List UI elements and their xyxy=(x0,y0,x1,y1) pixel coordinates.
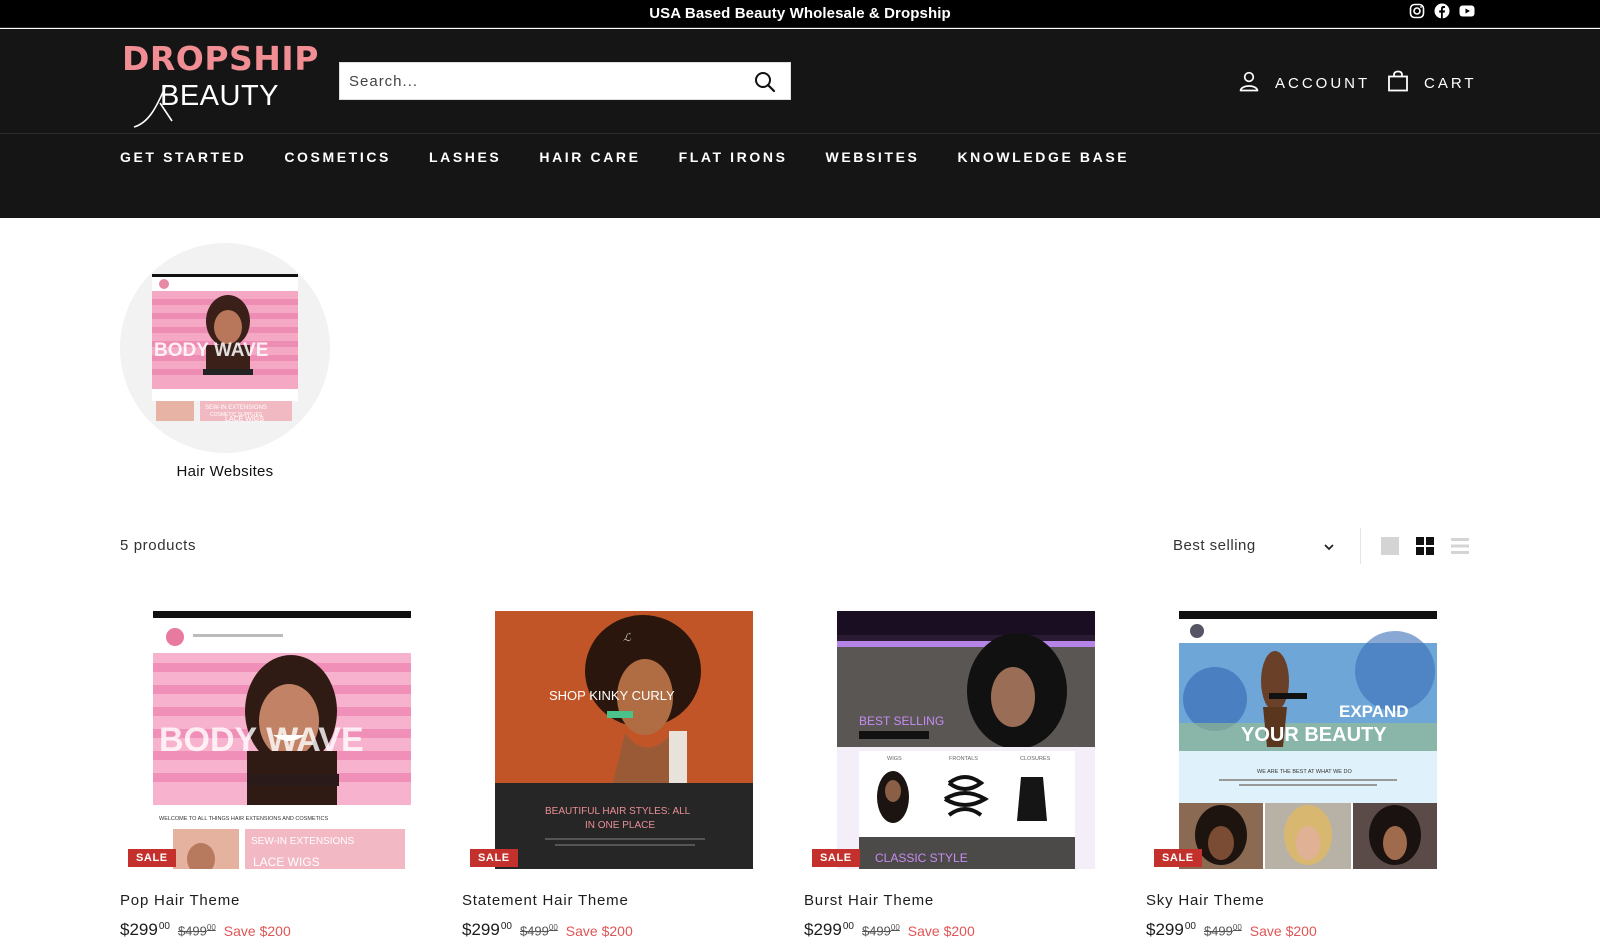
collection-thumb-sub-3: LACE WIGS xyxy=(225,416,264,423)
collection-tile-hair-websites[interactable]: BODY WAVE SEW-IN EXTENSIONS COSMETIC SUP… xyxy=(120,243,330,480)
facebook-icon[interactable] xyxy=(1434,3,1450,19)
list-view-icon[interactable] xyxy=(1450,536,1470,556)
logo[interactable]: DROPSHIP BEAUTY xyxy=(120,39,320,128)
collection-image: BODY WAVE SEW-IN EXTENSIONS COSMETIC SUP… xyxy=(120,243,330,453)
product-thumb-sub-1: WIGS xyxy=(887,756,902,762)
product-thumb-sub-3: LACE WIGS xyxy=(253,855,320,869)
shopping-bag-icon xyxy=(1387,70,1409,97)
nav-item-websites[interactable]: WEBSITES xyxy=(826,149,920,165)
main-nav: GET STARTED COSMETICS LASHES HAIR CARE F… xyxy=(120,149,1167,165)
svg-text:ℒ: ℒ xyxy=(623,631,632,644)
product-thumb-sub-2: IN ONE PLACE xyxy=(585,820,655,831)
small-grid-view-icon[interactable] xyxy=(1415,536,1435,556)
sale-badge: SALE xyxy=(1154,849,1202,867)
nav-item-flat-irons[interactable]: FLAT IRONS xyxy=(679,149,788,165)
save-amount: Save $200 xyxy=(565,923,633,939)
sort-value: Best selling xyxy=(1173,537,1256,554)
collection-thumb-headline: BODY WAVE xyxy=(154,340,268,361)
account-label: ACCOUNT xyxy=(1275,75,1371,92)
youtube-icon[interactable] xyxy=(1459,3,1475,19)
sale-price: $29900 xyxy=(120,920,170,939)
social-links xyxy=(1409,3,1475,19)
toolbar-divider xyxy=(1360,528,1361,564)
nav-item-cosmetics[interactable]: COSMETICS xyxy=(284,149,391,165)
collection-thumb-sub-1: SEW-IN EXTENSIONS xyxy=(205,405,267,411)
product-thumb-sub-4: CLASSIC STYLE xyxy=(875,851,968,865)
price-row: $29900 $49900 Save $200 xyxy=(804,920,975,940)
product-thumb-headline: BODY WAVE xyxy=(159,721,364,759)
product-title[interactable]: Pop Hair Theme xyxy=(120,892,240,909)
header-divider xyxy=(0,133,1600,134)
product-image: BODY WAVE WELCOME TO ALL THINGS HAIR EXT… xyxy=(153,611,411,869)
account-link[interactable]: ACCOUNT xyxy=(1238,70,1370,97)
large-grid-view-icon[interactable] xyxy=(1380,536,1400,556)
logo-text-bottom: BEAUTY xyxy=(160,80,280,112)
sale-badge: SALE xyxy=(812,849,860,867)
product-thumb-sub-2: FRONTALS xyxy=(949,756,978,762)
nav-item-get-started[interactable]: GET STARTED xyxy=(120,149,246,165)
product-thumb-headline: BEST SELLING xyxy=(859,714,944,728)
compare-price: $49900 xyxy=(519,923,558,939)
product-count: 5 products xyxy=(120,537,197,554)
search-bar xyxy=(339,62,791,100)
product-thumb-headline: SHOP KINKY CURLY xyxy=(549,688,675,703)
nav-item-lashes[interactable]: LASHES xyxy=(429,149,501,165)
nav-item-knowledge-base[interactable]: KNOWLEDGE BASE xyxy=(957,149,1129,165)
sale-badge: SALE xyxy=(128,849,176,867)
product-thumb-headline: EXPAND xyxy=(1339,702,1409,721)
save-amount: Save $200 xyxy=(907,923,975,939)
product-thumb-sub-1: WELCOME TO ALL THINGS HAIR EXTENSIONS AN… xyxy=(159,816,328,822)
user-icon xyxy=(1238,70,1260,97)
chevron-down-icon xyxy=(1323,540,1335,558)
save-amount: Save $200 xyxy=(223,923,291,939)
collection-label: Hair Websites xyxy=(176,463,274,480)
product-image: EXPAND YOUR BEAUTY WE ARE THE BEST AT WH… xyxy=(1179,611,1437,869)
product-thumb-headline-2: YOUR BEAUTY xyxy=(1241,724,1387,746)
view-switcher xyxy=(1380,536,1470,556)
product-grid: BODY WAVE WELCOME TO ALL THINGS HAIR EXT… xyxy=(120,611,1470,944)
compare-price: $49900 xyxy=(177,923,216,939)
cart-label: CART xyxy=(1424,75,1477,92)
product-image: ℒ SHOP KINKY CURLY BEAUTIFUL HAIR STYLES… xyxy=(495,611,753,869)
price-row: $29900 $49900 Save $200 xyxy=(120,920,291,940)
search-icon[interactable] xyxy=(754,71,776,93)
price-row: $29900 $49900 Save $200 xyxy=(1146,920,1317,940)
instagram-icon[interactable] xyxy=(1409,3,1425,19)
product-thumb-sub-3: CLOSURES xyxy=(1020,756,1051,762)
product-title[interactable]: Statement Hair Theme xyxy=(462,892,629,909)
product-thumb-sub-1: WE ARE THE BEST AT WHAT WE DO xyxy=(1257,769,1352,775)
compare-price: $49900 xyxy=(861,923,900,939)
announcement-text: USA Based Beauty Wholesale & Dropship xyxy=(649,5,951,22)
sort-select[interactable]: Best selling xyxy=(1165,526,1345,566)
search-input[interactable] xyxy=(340,63,740,99)
save-amount: Save $200 xyxy=(1249,923,1317,939)
product-image: BEST SELLING WIGS FRONTALS CLOSURES CLAS… xyxy=(837,611,1095,869)
sale-badge: SALE xyxy=(470,849,518,867)
product-title[interactable]: Burst Hair Theme xyxy=(804,892,934,909)
product-thumb-sub-1: BEAUTIFUL HAIR STYLES: ALL xyxy=(545,806,691,817)
site-header: DROPSHIP BEAUTY ACCOUNT CART GET STARTED… xyxy=(0,29,1600,218)
product-title[interactable]: Sky Hair Theme xyxy=(1146,892,1264,909)
announcement-bar: USA Based Beauty Wholesale & Dropship xyxy=(0,0,1600,28)
sale-price: $29900 xyxy=(462,920,512,939)
sale-price: $29900 xyxy=(1146,920,1196,939)
nav-item-hair-care[interactable]: HAIR CARE xyxy=(539,149,640,165)
price-row: $29900 $49900 Save $200 xyxy=(462,920,633,940)
product-thumb-sub-2: SEW-IN EXTENSIONS xyxy=(251,836,354,847)
compare-price: $49900 xyxy=(1203,923,1242,939)
cart-link[interactable]: CART xyxy=(1387,70,1477,97)
sale-price: $29900 xyxy=(804,920,854,939)
